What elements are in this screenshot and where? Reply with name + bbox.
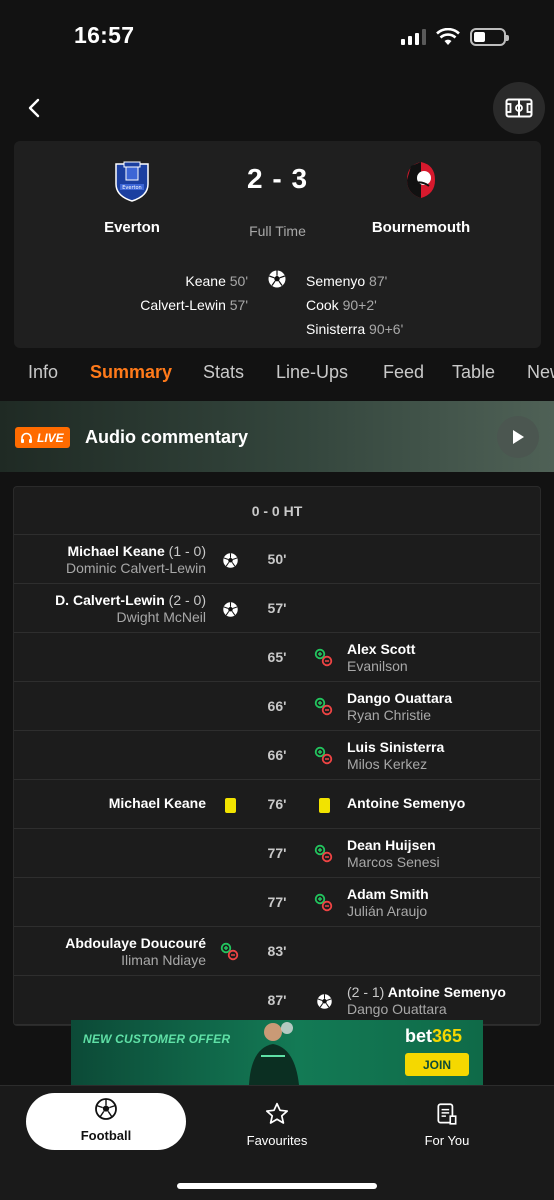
match-tabs: Info Summary Stats Line-Ups Feed Table N… — [0, 362, 554, 390]
event-minute: 76' — [267, 796, 287, 812]
pitch-icon — [505, 98, 533, 118]
join-button[interactable]: JOIN — [405, 1053, 469, 1076]
event-home: Michael Keane (1 - 0) Dominic Calvert-Le… — [65, 543, 206, 576]
substitution-icon — [314, 893, 334, 913]
tab-summary[interactable]: Summary — [90, 362, 172, 383]
event-row: Michael Keane 76' Antoine Semenyo — [14, 780, 540, 829]
goal-icon — [220, 550, 240, 570]
status-bar: 16:57 — [0, 0, 554, 76]
nav-favourites[interactable]: Favourites — [222, 1098, 332, 1152]
event-away: Dango Ouattara Ryan Christie — [347, 690, 453, 723]
away-team-name: Bournemouth — [371, 219, 471, 236]
away-scorer: Sinisterra 90+6' — [306, 321, 404, 337]
event-minute: 87' — [267, 992, 287, 1008]
substitution-icon — [314, 648, 334, 668]
back-button[interactable] — [20, 94, 48, 122]
event-row: 77' Dean Huijsen Marcos Senesi — [14, 829, 540, 878]
event-row: D. Calvert-Lewin (2 - 0) Dwight McNeil 5… — [14, 584, 540, 633]
tab-stats[interactable]: Stats — [203, 362, 244, 383]
event-minute: 65' — [267, 649, 287, 665]
yellow-card-icon — [314, 795, 334, 815]
event-away: Alex Scott Evanilson — [347, 641, 416, 674]
event-minute: 57' — [267, 600, 287, 616]
event-minute: 83' — [267, 943, 287, 959]
bet365-logo: bet365 — [405, 1026, 463, 1046]
for-you-icon — [402, 1101, 492, 1127]
headphones-icon — [21, 432, 32, 443]
play-button[interactable] — [497, 416, 539, 458]
event-away: Dean Huijsen Marcos Senesi — [347, 837, 440, 870]
goal-icon — [314, 991, 334, 1011]
event-minute: 66' — [267, 698, 287, 714]
pitch-view-button[interactable] — [493, 82, 545, 134]
audio-title: Audio commentary — [85, 427, 249, 447]
event-minute: 66' — [267, 747, 287, 763]
event-minute: 77' — [267, 894, 287, 910]
match-score-card: Everton Everton 2 - 3 Full Time Bournemo… — [14, 141, 541, 348]
substitution-icon — [314, 746, 334, 766]
event-away: Antoine Semenyo — [347, 795, 466, 811]
substitution-icon — [314, 844, 334, 864]
ad-offer-text: NEW CUSTOMER OFFER — [83, 1032, 231, 1046]
home-scorer: Calvert-Lewin 57' — [140, 297, 248, 313]
home-scorers: Keane 50' Calvert-Lewin 57' — [140, 269, 248, 317]
event-row: Abdoulaye Doucouré Iliman Ndiaye 83' — [14, 927, 540, 976]
signal-icon — [401, 29, 426, 45]
event-row: 66' Luis Sinisterra Milos Kerkez — [14, 731, 540, 780]
event-home: D. Calvert-Lewin (2 - 0) Dwight McNeil — [55, 592, 206, 625]
nav-for-you[interactable]: For You — [402, 1098, 492, 1152]
event-away: Adam Smith Julián Araujo — [347, 886, 429, 919]
yellow-card-icon — [220, 795, 240, 815]
tab-info[interactable]: Info — [28, 362, 58, 383]
half-time-row: 0 - 0 HT — [14, 487, 540, 535]
event-row: 87' (2 - 1) Antoine Semenyo Dango Ouatta… — [14, 976, 540, 1025]
event-row: 65' Alex Scott Evanilson — [14, 633, 540, 682]
substitution-icon — [314, 697, 334, 717]
event-minute: 50' — [267, 551, 287, 567]
goal-icon — [220, 599, 240, 619]
match-events-timeline: 0 - 0 HT Michael Keane (1 - 0) Dominic C… — [13, 486, 541, 1026]
substitution-icon — [220, 942, 240, 962]
home-indicator — [177, 1183, 377, 1189]
tab-feed[interactable]: Feed — [383, 362, 424, 383]
event-away: (2 - 1) Antoine Semenyo Dango Ouattara — [347, 984, 506, 1017]
event-minute: 77' — [267, 845, 287, 861]
ad-banner[interactable]: NEW CUSTOMER OFFER bet365 JOIN — [71, 1020, 483, 1085]
star-icon — [222, 1101, 332, 1127]
football-icon — [268, 270, 286, 288]
battery-icon — [470, 28, 509, 46]
live-badge: LIVE — [15, 427, 70, 448]
tab-line-ups[interactable]: Line-Ups — [276, 362, 348, 383]
status-icons — [401, 28, 509, 46]
event-row: 66' Dango Ouattara Ryan Christie — [14, 682, 540, 731]
chevron-left-icon — [28, 98, 40, 118]
tab-table[interactable]: Table — [452, 362, 495, 383]
away-scorers: Semenyo 87' Cook 90+2' Sinisterra 90+6' — [306, 269, 403, 341]
event-row: Michael Keane (1 - 0) Dominic Calvert-Le… — [14, 535, 540, 584]
player-image — [249, 1022, 299, 1085]
away-scorer: Cook 90+2' — [306, 297, 377, 313]
tab-news[interactable]: News — [527, 362, 554, 383]
away-scorer: Semenyo 87' — [306, 273, 388, 289]
event-home: Michael Keane — [108, 795, 206, 811]
nav-football[interactable]: Football — [26, 1093, 186, 1150]
home-scorer: Keane 50' — [185, 273, 248, 289]
play-icon — [513, 430, 524, 444]
audio-commentary-banner[interactable]: LIVE Audio commentary — [0, 401, 554, 472]
event-row: 77' Adam Smith Julián Araujo — [14, 878, 540, 927]
event-home: Abdoulaye Doucouré Iliman Ndiaye — [65, 935, 206, 968]
away-team[interactable]: Bournemouth — [346, 157, 496, 236]
status-time: 16:57 — [74, 22, 135, 48]
event-away: Luis Sinisterra Milos Kerkez — [347, 739, 445, 772]
football-icon — [26, 1096, 186, 1122]
bournemouth-crest-icon — [398, 157, 444, 203]
wifi-icon — [436, 28, 460, 45]
